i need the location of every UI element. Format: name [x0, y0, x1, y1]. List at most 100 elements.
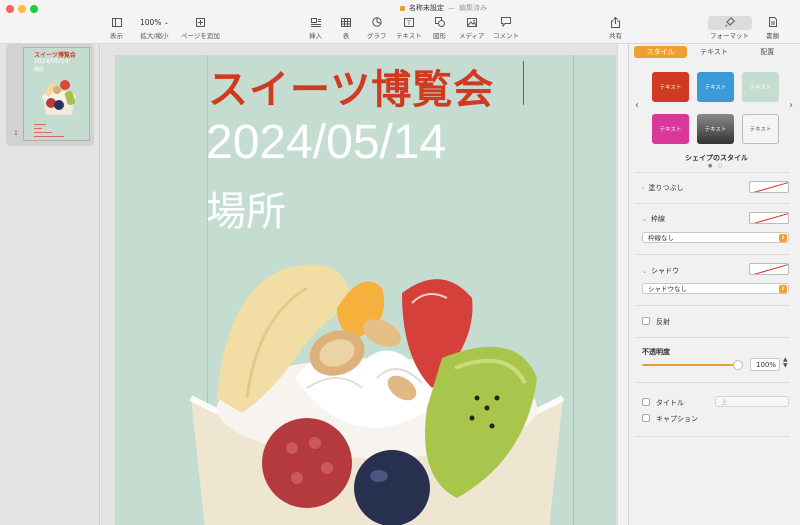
style-preset-pink[interactable]: テキスト: [652, 114, 689, 144]
insert-button[interactable]: 挿入: [309, 16, 322, 40]
style-preset-green[interactable]: テキスト: [742, 72, 779, 102]
zoom-value: 100% ⌄: [140, 17, 169, 27]
shadow-color-swatch[interactable]: [749, 263, 789, 275]
style-preset-red[interactable]: テキスト: [652, 72, 689, 102]
tab-style[interactable]: スタイル: [634, 46, 688, 58]
media-label: メディア: [459, 32, 485, 40]
style-preset-blue[interactable]: テキスト: [697, 72, 734, 102]
document-label: 書類: [766, 32, 779, 40]
chevron-down-icon: ⌄: [642, 267, 648, 275]
alignment-guide: [573, 55, 574, 525]
share-icon: [611, 16, 620, 28]
thumbnail-text-line: [34, 132, 52, 133]
page-indicator-dots: ● ○: [708, 163, 725, 169]
thumbnail-cake-image: [42, 80, 76, 115]
page-place-text[interactable]: 場所: [206, 179, 286, 237]
chevron-right-icon: ›: [642, 184, 645, 192]
divider: [636, 254, 790, 255]
document-button[interactable]: 書類: [766, 16, 779, 40]
reflection-label: 反射: [656, 318, 670, 326]
reflection-checkbox[interactable]: [642, 317, 650, 325]
share-label: 共有: [609, 32, 622, 40]
tab-arrange[interactable]: 配置: [741, 46, 794, 58]
thumbnail-date: 2024/05/14: [34, 58, 69, 65]
media-button[interactable]: メディア: [459, 16, 485, 40]
page-date-text[interactable]: 2024/05/14: [206, 115, 446, 170]
border-label: 枠線: [651, 215, 666, 223]
divider: [636, 172, 790, 173]
add-page-button[interactable]: ページを追加: [181, 16, 220, 40]
add-page-icon: [195, 16, 205, 28]
table-button[interactable]: 表: [341, 16, 351, 40]
textbox-icon: T: [403, 16, 414, 28]
document-status: 編集済み: [459, 4, 487, 12]
select-arrows-icon: ⇕: [779, 285, 787, 293]
select-arrows-icon: ⇕: [779, 234, 787, 242]
tab-text[interactable]: テキスト: [687, 46, 740, 58]
opacity-stepper[interactable]: ▲ ▼: [783, 357, 788, 369]
format-label: フォーマット: [710, 32, 749, 40]
chevron-left-icon[interactable]: ‹: [635, 100, 639, 111]
shadow-section[interactable]: ⌄ シャドウ: [642, 266, 679, 276]
thumbnail-text-line: [34, 128, 42, 129]
chevron-down-icon: ⌄: [163, 18, 169, 26]
text-button[interactable]: T テキスト: [396, 16, 422, 40]
comment-button[interactable]: コメント: [493, 16, 519, 40]
table-icon: [341, 16, 351, 28]
thumbnail-text-line: [34, 136, 64, 137]
border-section[interactable]: ⌄ 枠線: [642, 214, 665, 224]
minimize-window-button[interactable]: [18, 5, 26, 13]
comment-label: コメント: [493, 32, 519, 40]
shape-styles-label: シェイプのスタイル: [685, 154, 748, 162]
divider: [636, 203, 790, 204]
fill-label: 塗りつぶし: [648, 184, 684, 192]
add-page-label: ページを追加: [181, 32, 220, 40]
chart-icon: [372, 16, 382, 28]
canvas-scrollbar[interactable]: [617, 44, 628, 525]
shape-icon: [434, 16, 445, 28]
caption-checkbox[interactable]: [642, 414, 650, 422]
chevron-right-icon[interactable]: ›: [789, 100, 793, 111]
view-label: 表示: [110, 32, 123, 40]
sidebar-icon: [111, 16, 122, 28]
share-button[interactable]: 共有: [609, 16, 622, 40]
zoom-button[interactable]: 100% ⌄ 拡大/縮小: [140, 16, 169, 41]
cake-photo[interactable]: [187, 248, 567, 525]
caption-label: キャプション: [656, 415, 698, 423]
text-cursor: [523, 61, 524, 105]
photo-icon: [466, 16, 477, 28]
chart-button[interactable]: グラフ: [367, 16, 387, 40]
fill-color-swatch[interactable]: [749, 181, 789, 193]
thumbnail-page-number: 1: [14, 130, 18, 137]
border-color-swatch[interactable]: [749, 212, 789, 224]
title-checkbox[interactable]: [642, 398, 650, 406]
document-icon: [400, 5, 405, 11]
page-title-text[interactable]: スイーツ博覧会: [208, 57, 494, 115]
document-page[interactable]: スイーツ博覧会 2024/05/14 場所: [115, 55, 616, 525]
close-window-button[interactable]: [6, 5, 14, 13]
insert-icon: [310, 16, 321, 28]
border-style-select[interactable]: 枠線なし ⇕: [642, 232, 789, 243]
divider: [636, 382, 790, 383]
fill-section[interactable]: › 塗りつぶし: [642, 183, 683, 193]
style-preset-gray[interactable]: テキスト: [697, 114, 734, 144]
comment-icon: [501, 16, 511, 28]
style-preset-outline[interactable]: テキスト: [742, 114, 779, 144]
divider: [636, 436, 790, 437]
shadow-style-select[interactable]: シャドウなし ⇕: [642, 283, 789, 294]
title-label: タイトル: [656, 399, 684, 407]
format-button[interactable]: フォーマット: [710, 16, 749, 40]
zoom-label: 拡大/縮小: [140, 32, 169, 40]
view-button[interactable]: 表示: [110, 16, 123, 40]
opacity-slider[interactable]: [642, 364, 738, 366]
opacity-label: 不透明度: [642, 348, 670, 356]
opacity-field[interactable]: 100%: [750, 358, 780, 371]
fullscreen-window-button[interactable]: [30, 5, 38, 13]
title-position-select[interactable]: 上: [715, 396, 789, 407]
page-thumbnail[interactable]: スイーツ博覧会 2024/05/14 場所: [23, 47, 90, 141]
title-separator: —: [448, 4, 455, 12]
svg-text:T: T: [406, 20, 411, 27]
opacity-slider-knob[interactable]: [733, 360, 743, 370]
table-label: 表: [342, 32, 350, 40]
shape-button[interactable]: 図形: [433, 16, 446, 40]
